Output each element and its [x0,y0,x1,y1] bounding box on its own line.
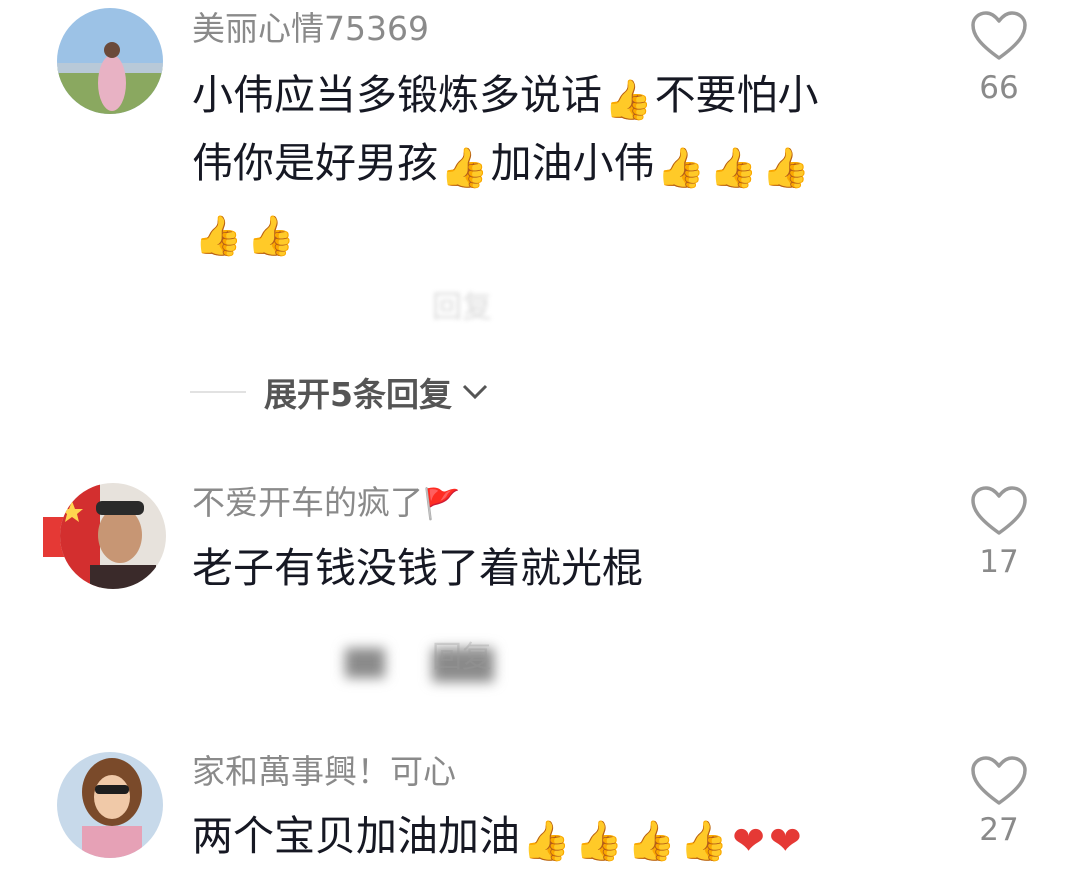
avatar[interactable] [57,8,163,114]
comment-text: 小伟应当多锻炼多说话👍不要怕小 伟你是好男孩👍加油小伟👍 👍 👍 👍 👍 [192,64,912,268]
like-count: 27 [979,812,1019,848]
thumbs-up-icon: 👍 [709,146,758,191]
flag-icon: 🚩 [423,487,461,522]
comment-text-segment: 加油小伟 [490,139,655,187]
chevron-down-icon [462,384,488,400]
thumbs-up-icon: 👍 [574,819,624,864]
heart-icon[interactable] [970,755,1028,807]
thumbs-up-icon: 👍 [246,214,296,259]
comment-username[interactable]: 美丽心情75369 [192,9,429,49]
thumbs-up-icon: 👍 [440,146,489,191]
thumbs-up-icon: 👍 [761,146,811,191]
like-count: 17 [979,544,1019,580]
heart-icon[interactable] [970,485,1028,537]
reply-button[interactable]: 回复 [432,290,492,325]
username-text: 不爱开车的疯了 [192,483,423,522]
thumbs-up-icon: 👍 [627,819,676,864]
avatar[interactable] [57,752,163,858]
thumbs-up-icon: 👍 [194,214,243,259]
reply-button[interactable]: 回复 [432,640,492,675]
thumbs-up-icon: 👍 [604,78,653,123]
comment-text-segment: 不要怕小 [654,71,819,119]
divider [190,391,246,393]
thumbs-up-icon: 👍 [656,146,706,191]
thumbs-up-icon: 👍 [679,819,729,864]
comment-username[interactable]: 家和萬事興！可心 [192,752,456,792]
comment-username[interactable]: 不爱开车的疯了🚩 [192,483,460,525]
comment-text: 两个宝贝加油加油👍 👍 👍 👍 ❤ ❤ [192,805,912,873]
expand-replies-label: 展开5条回复 [264,375,452,414]
comment-text: 老子有钱没钱了着就光棍 [192,544,643,592]
comment-meta-obscured: 回复 [192,632,492,676]
like-count: 66 [979,70,1019,106]
comment-text-segment: 小伟应当多锻炼多说话 [192,71,602,119]
heart-emoji-icon: ❤ [768,819,802,864]
comment-meta-obscured: 回复 [192,282,492,326]
expand-replies-button[interactable]: 展开5条回复 [190,368,488,416]
thumbs-up-icon: 👍 [522,819,571,864]
heart-icon[interactable] [970,10,1028,62]
comment-text-segment: 伟你是好男孩 [192,139,438,187]
heart-emoji-icon: ❤ [732,819,765,864]
comment-text-segment: 两个宝贝加油加油 [192,812,520,860]
avatar[interactable] [60,483,166,589]
